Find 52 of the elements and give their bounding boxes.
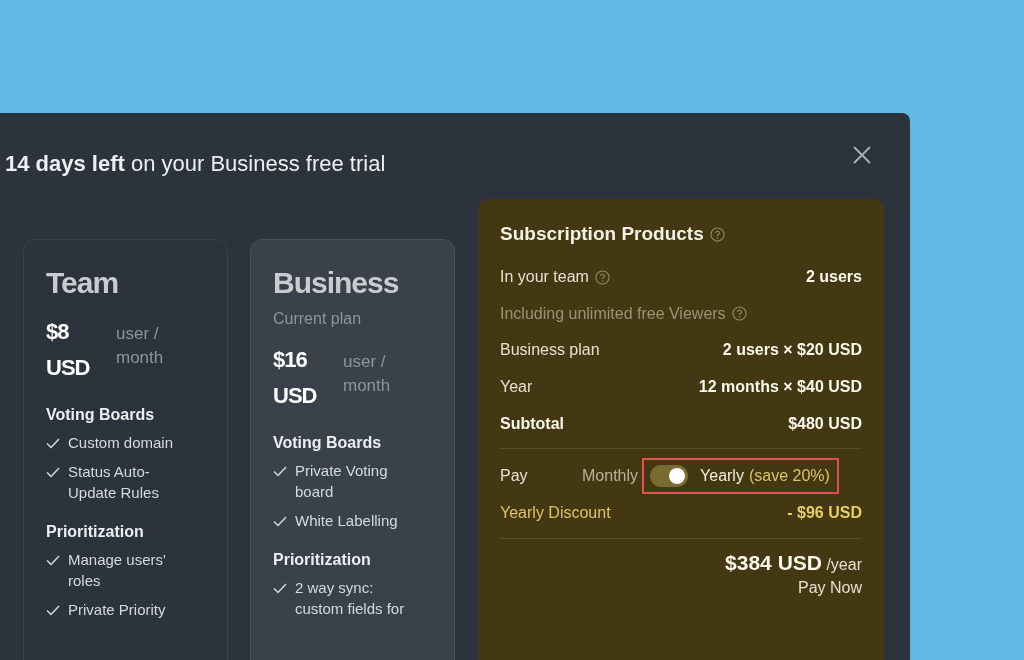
check-icon xyxy=(46,555,60,566)
plan-subtitle: Current plan xyxy=(273,310,363,328)
plan-price: $16 USD xyxy=(273,346,318,410)
feature-heading: Voting Boards xyxy=(46,406,156,424)
plan-name: Team xyxy=(46,266,120,300)
dialog-title: 14 days left on your Business free trial xyxy=(5,151,386,177)
feature-text: Manage users' roles xyxy=(68,550,167,591)
savings-note: (save 20%) xyxy=(748,466,830,485)
row-label: Year xyxy=(500,378,533,397)
row-value: $480 USD xyxy=(788,414,862,433)
price-unit: user / month xyxy=(343,351,392,397)
plan-price: $8 USD xyxy=(46,318,91,382)
price-unit: user / month xyxy=(116,323,165,369)
check-icon xyxy=(273,516,287,527)
yearly-option[interactable]: Yearly xyxy=(700,466,744,485)
discount-value: - $96 USD xyxy=(787,504,862,523)
feature-text: Private Voting board xyxy=(295,461,389,502)
feature-text: Custom domain xyxy=(68,433,174,453)
pay-label: Pay xyxy=(500,466,529,485)
check-icon xyxy=(46,467,60,478)
row-value: 2 users × $20 USD xyxy=(722,341,862,360)
billing-toggle[interactable] xyxy=(650,464,689,487)
check-icon xyxy=(273,466,287,477)
feature-text: 2 way sync: custom fields for xyxy=(295,578,406,619)
monthly-option[interactable]: Monthly xyxy=(582,466,639,485)
total-amount: $384 USD xyxy=(725,550,822,574)
close-icon[interactable] xyxy=(852,145,872,165)
help-icon[interactable] xyxy=(594,269,610,285)
feature-text: White Labelling xyxy=(295,511,398,531)
summary-title: Subscription Products xyxy=(500,223,704,245)
row-value: 2 users xyxy=(805,268,862,287)
plan-card[interactable]: Business Current plan $16 USD user / month Voting Boards Private Voting board White Labelling Prioritization 2 way sync: custom fields for xyxy=(250,239,455,660)
feature-heading: Prioritization xyxy=(46,523,145,541)
row-label: In your team xyxy=(500,268,589,287)
row-label: Business plan xyxy=(500,341,600,360)
feature-text: Private Priority xyxy=(68,600,166,620)
pay-now-button[interactable]: Pay Now xyxy=(797,578,862,597)
discount-label: Yearly Discount xyxy=(500,504,611,523)
row-label: Including unlimited free Viewers xyxy=(500,304,726,323)
plan-card[interactable]: Team $8 USD user / month Voting Boards Custom domain Status Auto-Update Rules Prioritization Manage users' roles Private Priority xyxy=(23,239,228,660)
row-value: 12 months × $40 USD xyxy=(698,378,862,397)
help-icon[interactable] xyxy=(731,306,747,322)
plan-name: Business xyxy=(273,266,400,300)
check-icon xyxy=(46,438,60,449)
check-icon xyxy=(273,583,287,594)
check-icon xyxy=(46,605,60,616)
billing-period: /year xyxy=(826,555,862,573)
help-icon[interactable] xyxy=(709,226,725,242)
row-label: Subtotal xyxy=(500,414,564,433)
feature-text: Status Auto-Update Rules xyxy=(68,462,160,503)
feature-heading: Voting Boards xyxy=(273,434,383,452)
feature-heading: Prioritization xyxy=(273,551,372,569)
